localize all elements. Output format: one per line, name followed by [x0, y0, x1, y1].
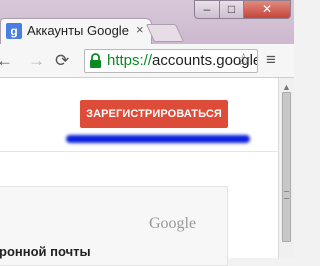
maximize-button[interactable]: □ [219, 0, 244, 19]
scroll-up-arrow-icon[interactable]: ▲ [282, 82, 291, 92]
scrollbar-grip [284, 191, 289, 199]
forward-arrow-icon[interactable]: → [28, 51, 45, 71]
tab-title: Аккаунты Google [27, 23, 129, 38]
signup-button[interactable]: ЗАРЕГИСТРИРОВАТЬСЯ [80, 100, 228, 128]
google-favicon-icon: g [6, 23, 22, 39]
url-scheme: https:// [107, 52, 153, 69]
tab-close-icon[interactable]: × [136, 22, 144, 37]
minimize-button[interactable]: – [194, 0, 220, 19]
maximize-icon: □ [227, 2, 236, 16]
annotation-underline [66, 135, 250, 143]
close-icon: ✕ [261, 2, 273, 16]
reload-icon[interactable]: ⟳ [55, 51, 69, 71]
lock-icon [90, 53, 101, 68]
vertical-scrollbar[interactable]: ▲ [278, 78, 294, 258]
signin-card: Google ронной почты [0, 186, 228, 266]
bookmark-star-icon[interactable]: ☆ [236, 50, 251, 70]
minimize-icon: – [203, 2, 211, 16]
tab-accounts-google[interactable]: g Аккаунты Google × [0, 18, 152, 44]
address-bar[interactable]: https://accounts.google.com [84, 49, 258, 73]
scrollbar-thumb[interactable] [282, 92, 291, 242]
menu-icon[interactable]: ≡ [266, 50, 276, 70]
page-viewport: ЗАРЕГИСТРИРОВАТЬСЯ Google ронной почты [0, 78, 278, 266]
header-divider [0, 151, 278, 152]
google-logo: Google [149, 215, 197, 232]
browser-toolbar: ← → ⟳ https://accounts.google.com ☆ ≡ [0, 44, 294, 78]
back-arrow-icon[interactable]: ← [0, 51, 13, 71]
close-window-button[interactable]: ✕ [243, 0, 291, 19]
card-label: ронной почты [0, 244, 91, 259]
window-titlebar: g Аккаунты Google × – □ ✕ [0, 0, 294, 44]
